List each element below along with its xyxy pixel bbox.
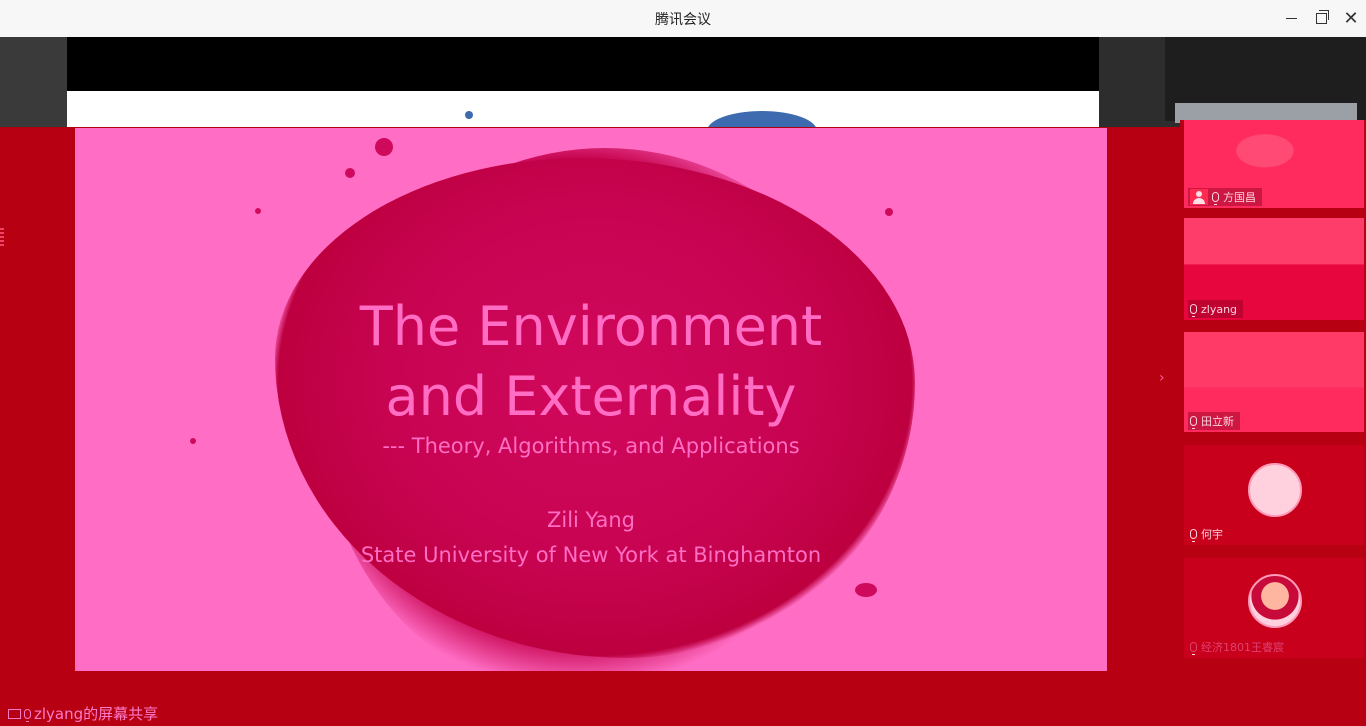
side-handle[interactable] xyxy=(0,228,4,248)
left-gutter xyxy=(0,37,67,127)
splash-speck xyxy=(255,208,261,214)
minimize-button[interactable] xyxy=(1278,6,1304,30)
avatar xyxy=(1248,574,1302,628)
sharing-label: zlyang的屏幕共享 xyxy=(34,705,159,723)
splash-speck xyxy=(855,583,877,597)
mic-icon xyxy=(1212,192,1219,205)
screen-share-status: zlyang的屏幕共享 xyxy=(8,703,158,724)
mic-muted-icon xyxy=(1190,642,1197,655)
splash-speck xyxy=(885,208,893,216)
splash-speck xyxy=(375,138,393,156)
screen-share-icon xyxy=(8,708,21,719)
slide-affiliation: State University of New York at Binghamt… xyxy=(360,543,822,567)
participant-label: 经济1801王睿宸 xyxy=(1188,638,1290,656)
participant-name: 经济1801王睿宸 xyxy=(1201,641,1284,654)
splash-speck xyxy=(345,168,355,178)
participant-name: zlyang xyxy=(1201,302,1238,316)
participant-name: 田立新 xyxy=(1201,415,1234,428)
close-button[interactable]: ✕ xyxy=(1338,6,1364,30)
minimize-icon xyxy=(1285,17,1297,19)
participant-tile[interactable]: 经济1801王睿宸 xyxy=(1184,558,1364,658)
presentation-slide: The Environment and Externality --- Theo… xyxy=(75,128,1107,671)
participant-label: 方国昌 xyxy=(1188,188,1262,206)
window-title: 腾讯会议 xyxy=(655,12,711,28)
slide-title-line-1: The Environment xyxy=(359,295,823,358)
participant-tile[interactable]: 何宇 xyxy=(1184,445,1364,545)
slide-subtitle: --- Theory, Algorithms, and Applications xyxy=(382,434,800,458)
participant-name: 方国昌 xyxy=(1223,191,1256,204)
restore-icon xyxy=(1315,9,1329,24)
participant-label: 田立新 xyxy=(1188,412,1240,430)
participant-tile[interactable]: 方国昌 xyxy=(1184,120,1364,208)
shared-screen-top xyxy=(67,37,1099,91)
top-video-tile xyxy=(1165,37,1366,123)
mic-icon xyxy=(24,708,31,722)
chevron-right-icon[interactable]: › xyxy=(1159,370,1165,386)
mic-icon xyxy=(1190,304,1197,317)
splash-dot xyxy=(465,111,473,119)
restore-button[interactable] xyxy=(1308,6,1334,30)
participant-panel: 方国昌 zlyang 田立新 何宇 经济1801王睿宸 xyxy=(1180,120,1366,726)
title-bar: 腾讯会议 ✕ xyxy=(0,0,1366,37)
shared-screen-strip xyxy=(67,91,1099,127)
host-icon xyxy=(1190,189,1208,205)
participant-label: zlyang xyxy=(1188,300,1244,318)
slide-author: Zili Yang xyxy=(546,508,635,532)
slide-title-line-2: and Externality xyxy=(385,365,797,428)
splash-blob xyxy=(707,111,817,127)
meeting-background xyxy=(0,37,1366,127)
participant-name: 何宇 xyxy=(1201,528,1223,541)
mic-icon xyxy=(1190,416,1197,429)
participant-tile[interactable]: 田立新 xyxy=(1184,332,1364,432)
mic-muted-icon xyxy=(1190,529,1197,542)
avatar xyxy=(1248,463,1302,517)
participant-tile[interactable]: zlyang xyxy=(1184,218,1364,320)
participant-label: 何宇 xyxy=(1188,525,1229,543)
